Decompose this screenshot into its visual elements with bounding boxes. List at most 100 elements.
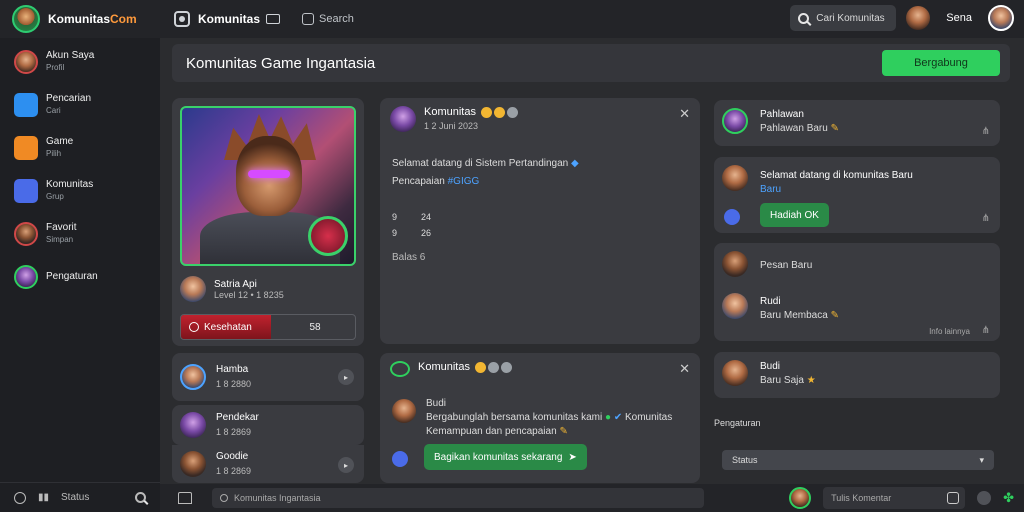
- member-text: Goodie 1 8 2869: [216, 451, 252, 476]
- bottom-search-placeholder: Komunitas Ingantasia: [234, 493, 321, 503]
- status-icon[interactable]: [14, 491, 26, 504]
- profile-avatar[interactable]: [988, 5, 1014, 31]
- sidebar-item-community[interactable]: Komunitas Grup: [0, 169, 160, 212]
- notification-avatar: [722, 360, 748, 386]
- post-card: Komunitas 1 2 Juni 2023 ✕ Selamat datang…: [380, 98, 700, 344]
- gamepad-icon: [14, 135, 38, 160]
- screen-icon[interactable]: [266, 14, 281, 24]
- message-icon: [14, 92, 38, 117]
- share-icon[interactable]: ⋔: [982, 126, 990, 137]
- member-card[interactable]: Pendekar 1 8 2869: [172, 405, 364, 445]
- close-icon[interactable]: ✕: [679, 106, 690, 122]
- member-avatar: [180, 364, 206, 390]
- brand-logo-icon: [12, 5, 40, 33]
- camera-icon[interactable]: [947, 492, 960, 504]
- notification-card[interactable]: Selamat datang di komunitas Baru Baru Had…: [714, 157, 1000, 233]
- smile-emoji-icon: [481, 106, 493, 118]
- sidebar-footer: ▮▮ Status: [0, 482, 160, 512]
- user-avatar[interactable]: [789, 487, 812, 509]
- sidebar-search-icon[interactable]: [135, 492, 146, 503]
- post-header: Komunitas 1 2 Juni 2023: [390, 106, 519, 132]
- stat-row: 9 24: [392, 212, 432, 222]
- sidebar: Akun Saya Profil Pencarian Cari Game Pilih …: [0, 38, 160, 512]
- discord-icon: [392, 451, 408, 467]
- avatar-icon: [14, 49, 38, 74]
- character-avatar: [180, 276, 206, 302]
- user-avatar[interactable]: [906, 6, 931, 30]
- pin-icon: ◆: [571, 158, 579, 169]
- character-name: Satria Api: [214, 278, 257, 290]
- app-window: KomunitasCom Komunitas Search Cari Komun…: [0, 0, 1024, 512]
- member-card[interactable]: Goodie 1 8 2869 ▸: [172, 445, 364, 483]
- share-icon[interactable]: ⋔: [982, 325, 990, 336]
- sidebar-status-label[interactable]: Status: [61, 492, 89, 503]
- sidebar-item-search[interactable]: Pencarian Cari: [0, 83, 160, 126]
- post-author[interactable]: Komunitas: [418, 361, 513, 373]
- close-icon[interactable]: ✕: [679, 361, 690, 377]
- brand-suffix: Com: [110, 12, 137, 26]
- character-meta: Satria Api Level 12 • 1 8235: [180, 276, 284, 302]
- search-input[interactable]: Cari Komunitas: [790, 5, 897, 31]
- notification-text: Budi Baru Saja ★: [760, 361, 816, 386]
- home-icon[interactable]: [178, 492, 192, 504]
- emoji-icon[interactable]: [977, 491, 992, 505]
- reaction-icon: [488, 361, 500, 373]
- reward-button[interactable]: Hadiah OK: [760, 203, 829, 227]
- arrow-right-icon[interactable]: ▸: [338, 369, 354, 385]
- reaction-icon: [507, 106, 519, 118]
- notification-card[interactable]: Budi Baru Saja ★: [714, 352, 1000, 398]
- avatar-icon: [14, 221, 38, 246]
- brand[interactable]: KomunitasCom: [0, 5, 160, 33]
- sidebar-item-text: Komunitas Grup: [46, 178, 94, 201]
- bottom-search-input[interactable]: Komunitas Ingantasia: [212, 488, 704, 508]
- post-header: Komunitas: [390, 361, 513, 377]
- heart-icon: [189, 322, 199, 332]
- join-button[interactable]: Bergabung: [882, 50, 1000, 76]
- post-text: Selamat datang di Sistem Pertandingan ◆: [392, 158, 579, 169]
- share-icon[interactable]: ⋔: [982, 213, 990, 224]
- notification-card[interactable]: Pahlawan Pahlawan Baru ✎ ⋔: [714, 100, 1000, 146]
- top-nav: Komunitas Search: [174, 11, 354, 27]
- chevron-down-icon: ▾: [979, 454, 984, 465]
- sidebar-item-favorite[interactable]: Favorit Simpan: [0, 212, 160, 255]
- brand-name: KomunitasCom: [48, 12, 137, 26]
- home-icon[interactable]: [174, 11, 190, 27]
- bars-icon[interactable]: ▮▮: [38, 492, 49, 503]
- notification-avatar: [722, 165, 748, 191]
- character-portrait[interactable]: [180, 106, 356, 266]
- post-avatar[interactable]: [390, 106, 416, 132]
- character-card: Satria Api Level 12 • 1 8235 Kesehatan 5…: [172, 98, 364, 346]
- user-name[interactable]: Sena: [946, 12, 972, 24]
- character-eyes: [248, 170, 290, 178]
- share-community-button[interactable]: Bagikan komunitas sekarang ➤: [424, 444, 587, 470]
- sidebar-item-account[interactable]: Akun Saya Profil: [0, 40, 160, 83]
- stat-row: 9 26: [392, 228, 432, 238]
- reaction-icon: [501, 361, 513, 373]
- status-select[interactable]: Status ▾: [722, 450, 994, 470]
- post-body: Budi Bergabunglah bersama komunitas kami…: [426, 398, 673, 437]
- search-icon: [220, 494, 228, 502]
- notification-meta: Info lainnya: [929, 327, 970, 336]
- clover-icon[interactable]: ✤: [1003, 490, 1014, 506]
- notification-card[interactable]: Pesan Baru Rudi Baru Membaca ✎ Info lainn…: [714, 243, 1000, 341]
- notification-text: Selamat datang di komunitas Baru Baru: [760, 170, 913, 195]
- sidebar-item-settings[interactable]: Pengaturan: [0, 255, 160, 298]
- post-avatar[interactable]: [392, 399, 416, 423]
- bottom-right: Tulis Komentar ✤: [789, 487, 1014, 509]
- search-link[interactable]: Search: [302, 13, 354, 25]
- discord-icon: [724, 209, 740, 225]
- member-card[interactable]: Hamba 1 8 2880 ▸: [172, 353, 364, 401]
- post-author[interactable]: Komunitas: [424, 106, 519, 118]
- arrow-right-icon[interactable]: ▸: [338, 457, 354, 473]
- smile-emoji-icon: [494, 106, 506, 118]
- character-stats: Level 12 • 1 8235: [214, 289, 284, 300]
- guild-emblem-icon: [308, 216, 348, 256]
- sidebar-item-game[interactable]: Game Pilih: [0, 126, 160, 169]
- smile-emoji-icon: [475, 361, 487, 373]
- member-avatar: [180, 451, 206, 477]
- hashtag-link[interactable]: #GIGG: [448, 176, 480, 187]
- post-footer[interactable]: Balas 6: [392, 252, 425, 263]
- chat-icon: [390, 361, 410, 377]
- comment-input[interactable]: Tulis Komentar: [823, 487, 966, 509]
- notification-avatar: [722, 108, 748, 134]
